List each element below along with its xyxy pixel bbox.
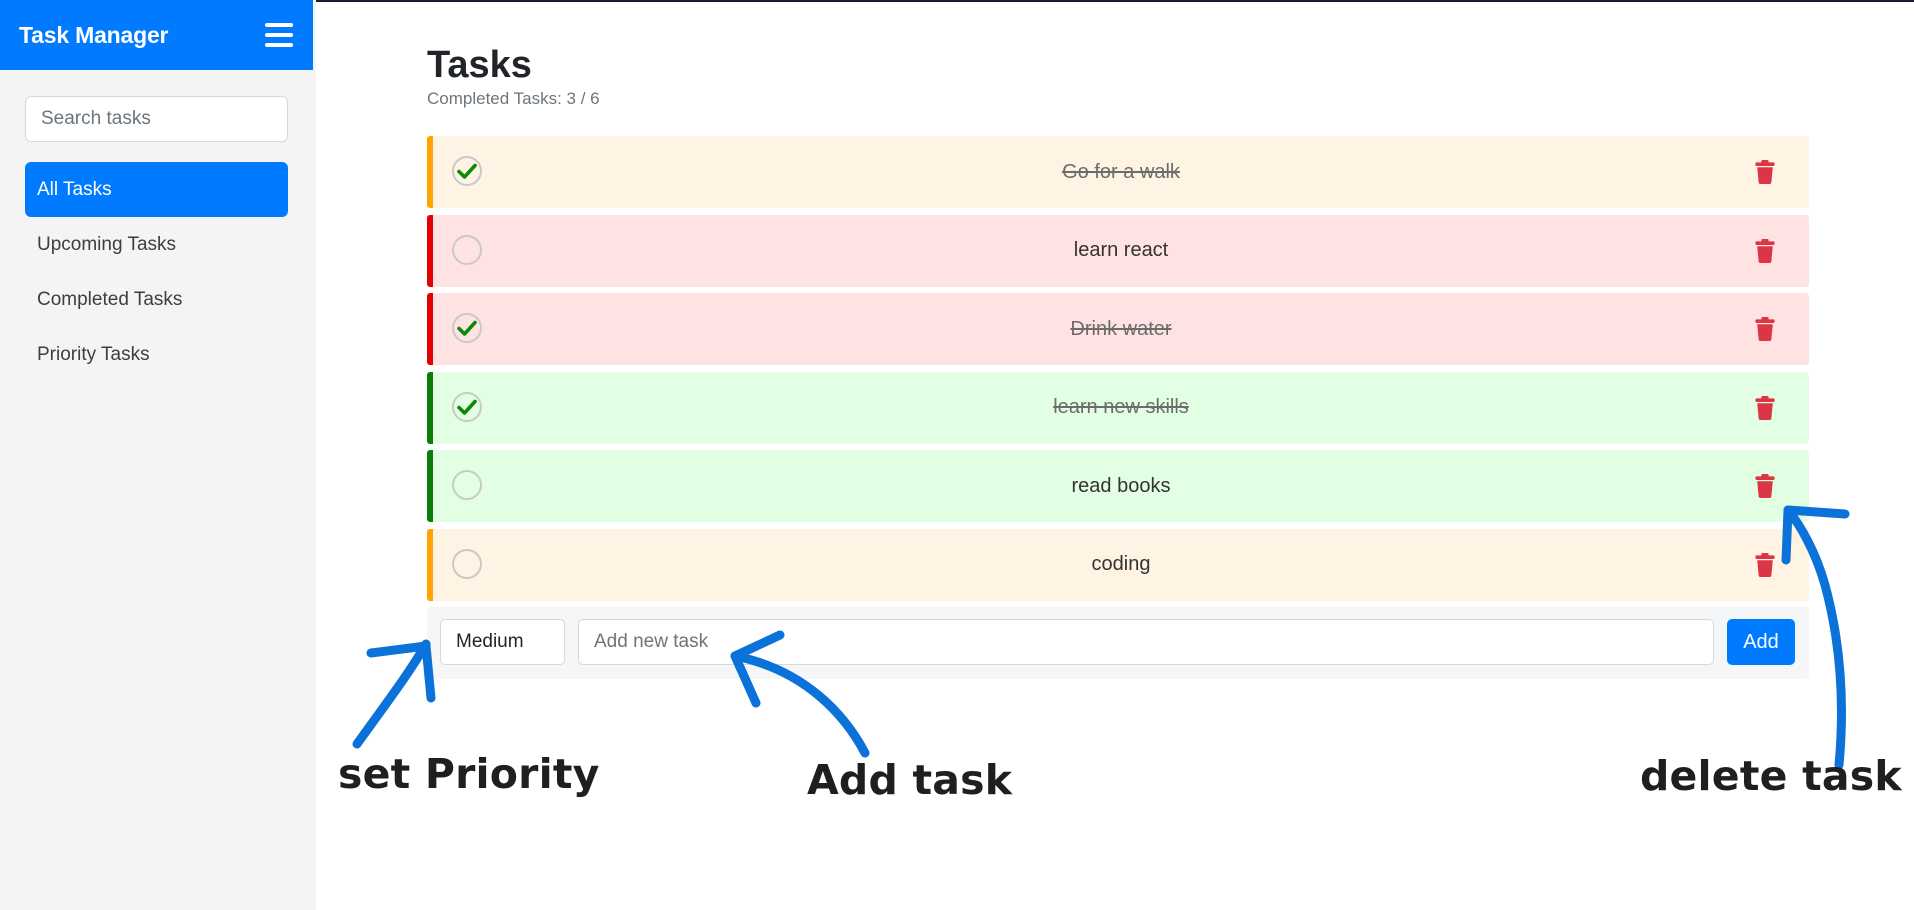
annotation-delete-task: delete task: [1640, 752, 1902, 800]
task-complete-toggle[interactable]: [452, 391, 482, 422]
sidebar-item-completed-tasks[interactable]: Completed Tasks: [25, 272, 288, 327]
trash-icon[interactable]: [1755, 160, 1775, 184]
sidebar: Task Manager All Tasks Upcoming Tasks Co…: [0, 0, 316, 910]
trash-icon[interactable]: [1755, 317, 1775, 341]
completed-count: Completed Tasks: 3 / 6: [427, 89, 600, 108]
task-complete-toggle[interactable]: [452, 234, 482, 265]
task-item: learn react: [427, 214, 1809, 287]
task-item: learn new skills: [427, 371, 1809, 444]
task-text: learn new skills: [1053, 396, 1189, 418]
task-item: coding: [427, 528, 1809, 601]
hamburger-icon[interactable]: [265, 23, 293, 47]
checkmark-icon: [457, 320, 477, 336]
task-item: Go for a walk: [427, 136, 1809, 208]
arrow-set-priority: [352, 639, 431, 749]
annotation-set-priority: set Priority: [338, 750, 600, 798]
task-complete-toggle[interactable]: [452, 470, 482, 500]
page-title: Tasks: [427, 44, 532, 86]
task-text: Go for a walk: [1062, 160, 1180, 183]
new-task-input[interactable]: [578, 619, 1714, 665]
task-complete-toggle[interactable]: [452, 156, 482, 186]
trash-icon[interactable]: [1755, 395, 1775, 420]
task-text: read books: [1071, 474, 1171, 497]
sidebar-header: Task Manager: [0, 0, 313, 70]
priority-select[interactable]: Medium: [440, 619, 565, 665]
search-input[interactable]: [25, 96, 288, 142]
app-title: Task Manager: [19, 21, 169, 48]
trash-icon[interactable]: [1755, 474, 1775, 498]
checkmark-icon: [457, 163, 477, 179]
sidebar-nav: All Tasks Upcoming Tasks Completed Tasks…: [25, 162, 288, 382]
task-text: Drink water: [1070, 317, 1172, 340]
trash-icon[interactable]: [1755, 552, 1775, 577]
add-button[interactable]: Add: [1727, 619, 1795, 665]
sidebar-item-all-tasks[interactable]: All Tasks: [25, 162, 288, 217]
trash-icon[interactable]: [1755, 238, 1775, 263]
sidebar-item-priority-tasks[interactable]: Priority Tasks: [25, 327, 288, 382]
task-complete-toggle[interactable]: [452, 313, 482, 343]
task-text: learn react: [1073, 239, 1169, 261]
task-text: coding: [1091, 553, 1151, 575]
task-list: Go for a walk learn react Drink water le…: [427, 136, 1809, 607]
task-item: Drink water: [427, 293, 1809, 365]
task-item: read books: [427, 450, 1809, 522]
sidebar-item-upcoming-tasks[interactable]: Upcoming Tasks: [25, 217, 288, 272]
task-complete-toggle[interactable]: [452, 548, 482, 579]
add-task-bar: Medium Add: [427, 607, 1809, 679]
annotation-add-task: Add task: [807, 756, 1013, 804]
checkmark-icon: [457, 399, 477, 415]
